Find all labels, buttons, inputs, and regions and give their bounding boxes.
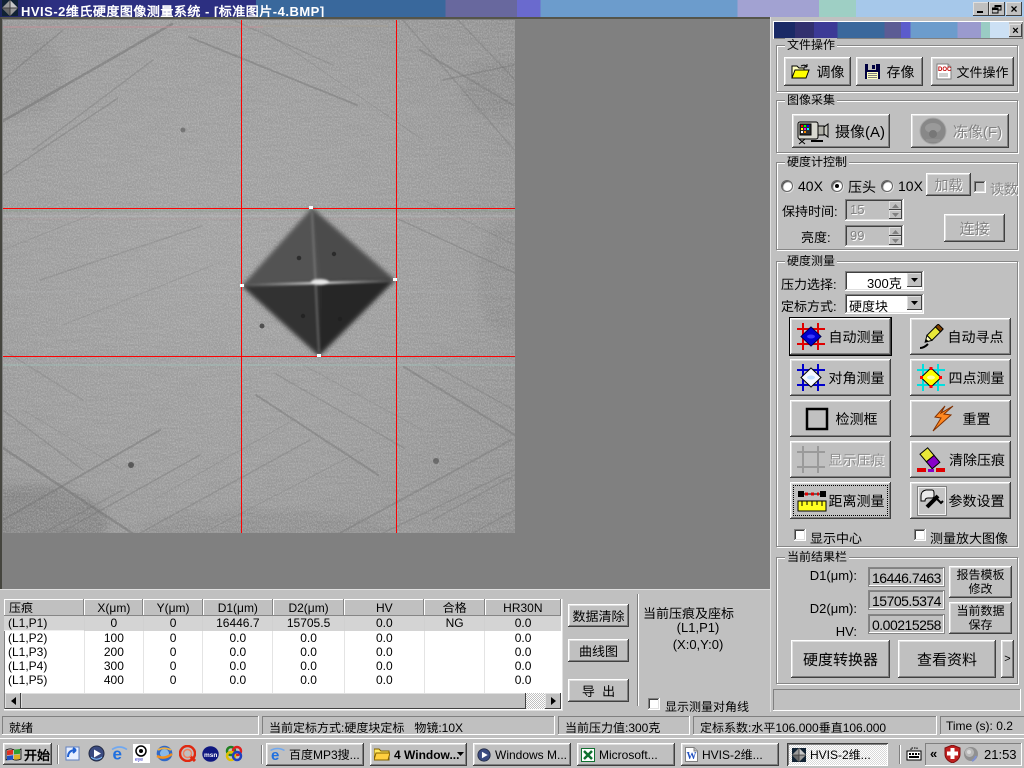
svg-text:DOC: DOC <box>938 67 952 73</box>
svg-text:msn: msn <box>204 752 217 759</box>
svg-text:W: W <box>687 751 697 762</box>
svg-text:eye: eye <box>135 757 143 763</box>
